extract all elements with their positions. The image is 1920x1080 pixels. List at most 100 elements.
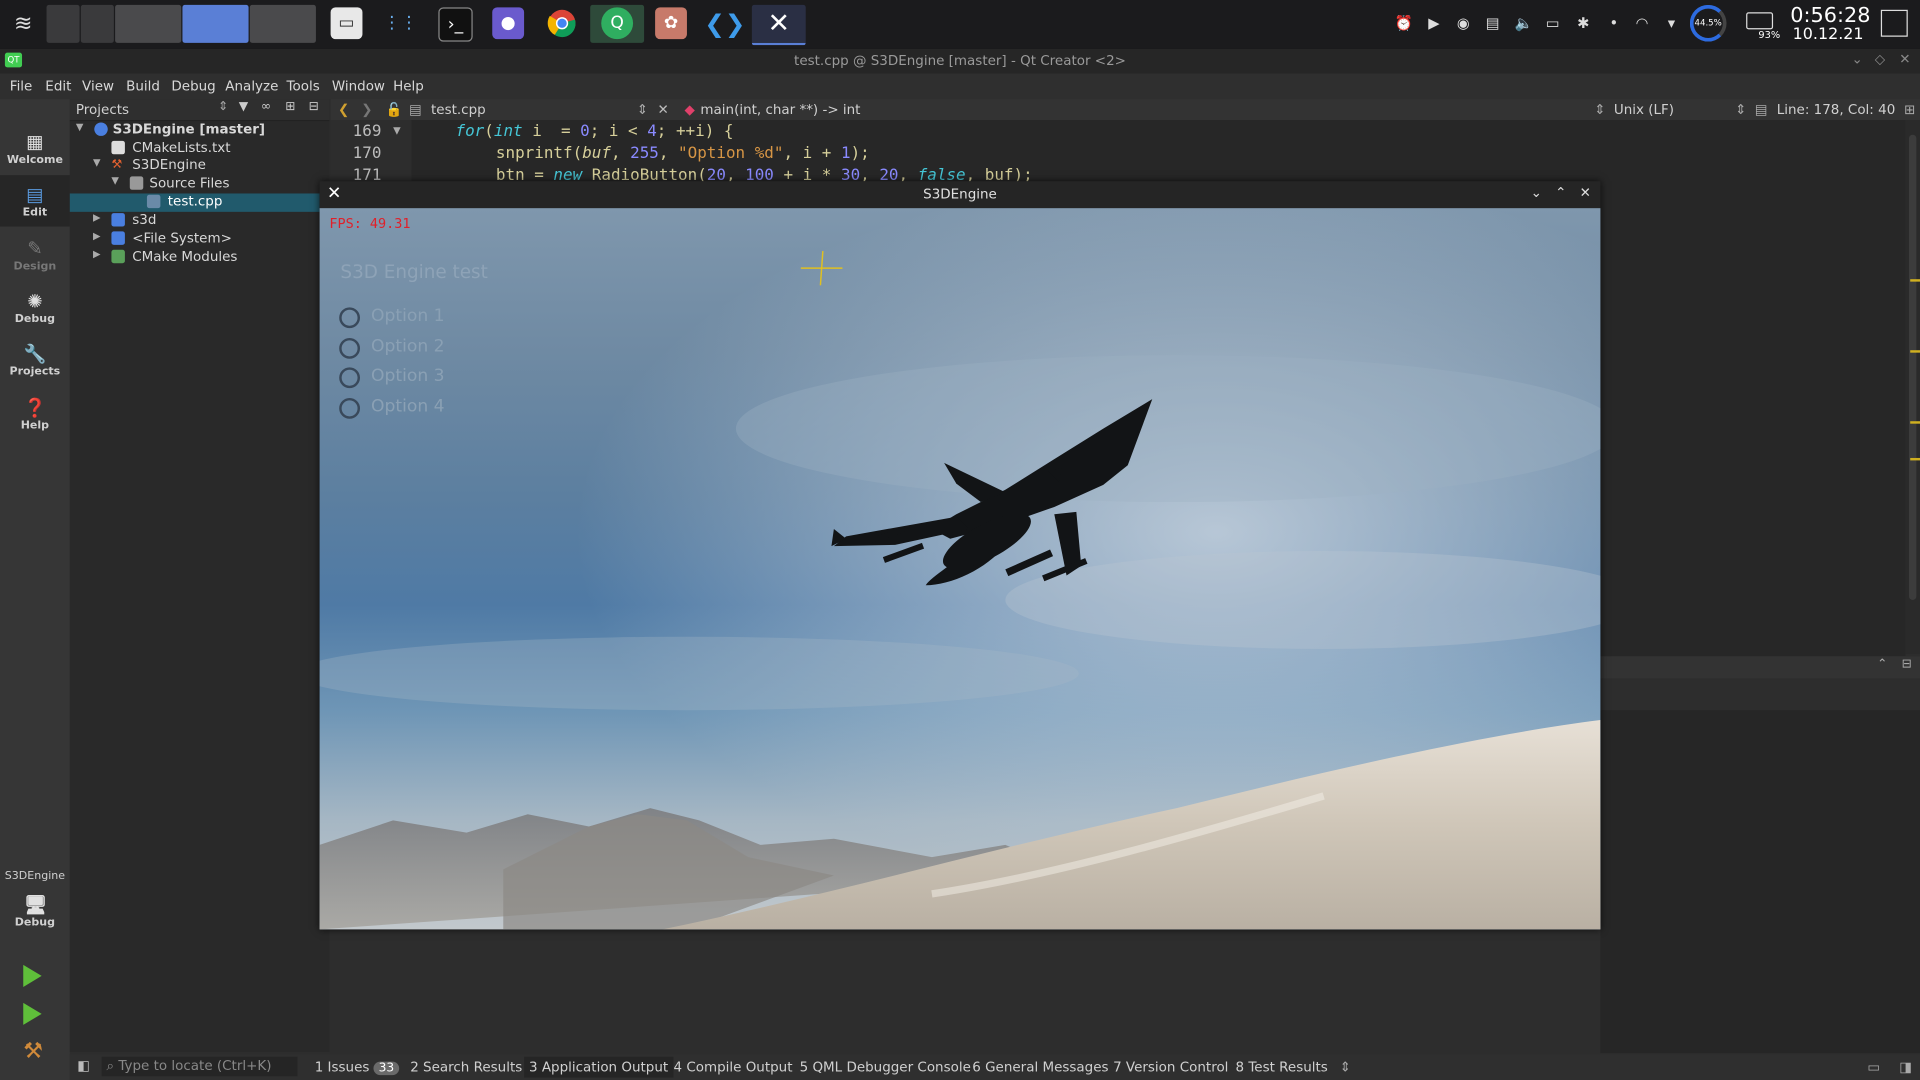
clock-date[interactable]: 10.12.21: [1793, 26, 1864, 44]
s3dengine-window[interactable]: ✕ S3DEngine ⌄ ⌃ ✕ FPS: 49.31 S3D Engine …: [319, 181, 1601, 930]
cpu-gauge[interactable]: 44.5%: [1689, 4, 1727, 42]
menu-window[interactable]: Window: [332, 78, 385, 94]
link-icon[interactable]: ∞: [261, 100, 271, 113]
tree-item-source-files[interactable]: ▼ Source Files: [70, 175, 330, 193]
projects-view-label[interactable]: Projects: [76, 102, 129, 118]
option-4-label[interactable]: Option 4: [371, 397, 445, 417]
fold-arrow-icon[interactable]: ▼: [393, 125, 401, 136]
menu-view[interactable]: View: [82, 78, 114, 94]
menu-build[interactable]: Build: [126, 78, 160, 94]
render-viewport[interactable]: FPS: 49.31 S3D Engine test Option 1 Opti…: [319, 208, 1601, 930]
notification-bell-icon[interactable]: ⏰: [1395, 15, 1413, 32]
document-dropdown-icon[interactable]: ⇕: [637, 102, 648, 118]
more-tabs-icon[interactable]: ⇕: [1340, 1059, 1351, 1075]
record-icon[interactable]: ◉: [1455, 15, 1472, 32]
expanded-arrow-icon[interactable]: ▼: [111, 175, 119, 186]
kit-selector[interactable]: 🖥 Debug: [0, 885, 70, 944]
tab-qml-debugger[interactable]: 5 QML Debugger Console: [800, 1059, 971, 1075]
mode-edit[interactable]: ▤ Edit: [0, 175, 70, 227]
option-1-label[interactable]: Option 1: [371, 306, 445, 326]
maximize-pane-icon[interactable]: ⌃: [1877, 658, 1887, 671]
mode-welcome[interactable]: ▦ Welcome: [0, 122, 70, 173]
forward-icon[interactable]: ❯: [361, 102, 372, 118]
clipboard-icon[interactable]: ▤: [1484, 15, 1501, 32]
tree-item-s3d[interactable]: ▶ s3d: [70, 212, 330, 230]
collapsed-arrow-icon[interactable]: ▶: [93, 249, 101, 260]
collapsed-arrow-icon[interactable]: ▶: [93, 212, 101, 223]
line-ending-dropdown-icon[interactable]: ⇕: [1735, 102, 1746, 118]
tree-item-cmakelists[interactable]: CMakeLists.txt: [70, 140, 330, 158]
maximize-icon[interactable]: ⌃: [1555, 185, 1566, 201]
mode-help[interactable]: ❓ Help: [0, 388, 70, 439]
expanded-arrow-icon[interactable]: ▼: [93, 157, 101, 168]
menu-tools[interactable]: Tools: [287, 78, 320, 94]
terminal-task-2[interactable]: [80, 4, 114, 43]
application-output-area[interactable]: [1600, 710, 1920, 1054]
file-manager-icon[interactable]: ▭: [330, 7, 363, 40]
tab-general-messages[interactable]: 6 General Messages: [972, 1059, 1108, 1075]
option-1-radio[interactable]: [339, 307, 361, 329]
maximize-icon[interactable]: ◇: [1875, 51, 1885, 67]
close-icon[interactable]: ✕: [1899, 51, 1910, 67]
close-icon[interactable]: ✕: [1580, 185, 1591, 201]
minimize-icon[interactable]: ⌄: [1531, 185, 1542, 201]
progress-toggle-icon[interactable]: ▭: [1867, 1059, 1880, 1075]
menu-analyze[interactable]: Analyze: [225, 78, 278, 94]
wifi-icon[interactable]: ◠: [1633, 15, 1650, 32]
toggle-sidebar-icon[interactable]: ◧: [77, 1058, 90, 1074]
terminal-icon[interactable]: ›_: [438, 7, 473, 42]
split-icon[interactable]: ⊞: [285, 100, 295, 113]
terminal-task-1[interactable]: [46, 4, 80, 43]
media-play-icon[interactable]: ▶: [1425, 15, 1442, 32]
open-document-name[interactable]: test.cpp: [431, 102, 486, 118]
chrome-icon[interactable]: [546, 7, 578, 39]
qt-green-icon[interactable]: Q: [601, 7, 634, 40]
tab-version-control[interactable]: 7 Version Control: [1113, 1059, 1228, 1075]
mode-design[interactable]: ✎ Design: [0, 229, 70, 280]
option-2-radio[interactable]: [339, 337, 361, 359]
screen-recorder-icon[interactable]: ●: [492, 7, 525, 40]
close-pane-icon[interactable]: ⊟: [309, 100, 319, 113]
tree-item-root[interactable]: ▼ S3DEngine [master]: [70, 121, 330, 139]
build-hammer-icon[interactable]: ⚒: [23, 1038, 43, 1064]
option-3-label[interactable]: Option 3: [371, 366, 445, 386]
battery-icon[interactable]: [1746, 12, 1774, 30]
tree-item-test-cpp[interactable]: test.cpp: [69, 193, 330, 212]
back-icon[interactable]: ❮: [338, 102, 349, 118]
symbol-dropdown-icon[interactable]: ⇕: [1594, 102, 1605, 118]
line-ending-selector[interactable]: Unix (LF): [1614, 102, 1674, 118]
scrollbar-thumb[interactable]: [1908, 134, 1917, 601]
settings-sliders-icon[interactable]: ⋮⋮: [383, 7, 417, 39]
show-desktop-icon[interactable]: [1880, 9, 1908, 37]
tab-search-results[interactable]: 2 Search Results: [410, 1059, 522, 1075]
x-app-icon[interactable]: ✕: [763, 7, 795, 39]
expanded-arrow-icon[interactable]: ▼: [76, 121, 84, 132]
tree-item-cmake-modules[interactable]: ▶ CMake Modules: [70, 249, 330, 267]
editor-scrollbar[interactable]: [1905, 120, 1920, 654]
split-editor-icon[interactable]: ⊞: [1904, 102, 1915, 118]
debug-run-icon[interactable]: [23, 1002, 42, 1025]
view-select-arrow-icon[interactable]: ⇕: [218, 100, 228, 113]
files-task[interactable]: [249, 4, 316, 43]
run-icon[interactable]: [23, 964, 42, 987]
filter-icon[interactable]: ▼: [239, 100, 248, 113]
image-viewer-icon[interactable]: ✿: [655, 7, 687, 40]
option-2-label[interactable]: Option 2: [371, 337, 445, 357]
hide-pane-icon[interactable]: ⊟: [1902, 658, 1912, 671]
s3dengine-titlebar[interactable]: ✕ S3DEngine ⌄ ⌃ ✕: [319, 181, 1601, 209]
qtcreator-task[interactable]: [182, 4, 249, 43]
menu-help[interactable]: Help: [393, 78, 424, 94]
tab-issues[interactable]: 1 Issues 33: [315, 1059, 400, 1076]
outline-icon[interactable]: ▤: [1755, 102, 1768, 118]
tree-item-s3dengine[interactable]: ▼ ⚒ S3DEngine: [70, 157, 330, 175]
menu-edit[interactable]: Edit: [45, 78, 71, 94]
tab-application-output[interactable]: 3 Application Output: [524, 1056, 674, 1078]
symbol-selector[interactable]: main(int, char **) -> int: [700, 102, 860, 118]
mode-debug[interactable]: ✺ Debug: [0, 282, 70, 333]
chevron-down-icon[interactable]: ▾: [1663, 15, 1680, 32]
tree-item-file-system[interactable]: ▶ <File System>: [70, 230, 330, 248]
tab-test-results[interactable]: 8 Test Results: [1236, 1059, 1328, 1075]
vscode-icon[interactable]: ❮❯: [704, 7, 745, 39]
collapsed-arrow-icon[interactable]: ▶: [93, 230, 101, 241]
menu-debug[interactable]: Debug: [171, 78, 215, 94]
